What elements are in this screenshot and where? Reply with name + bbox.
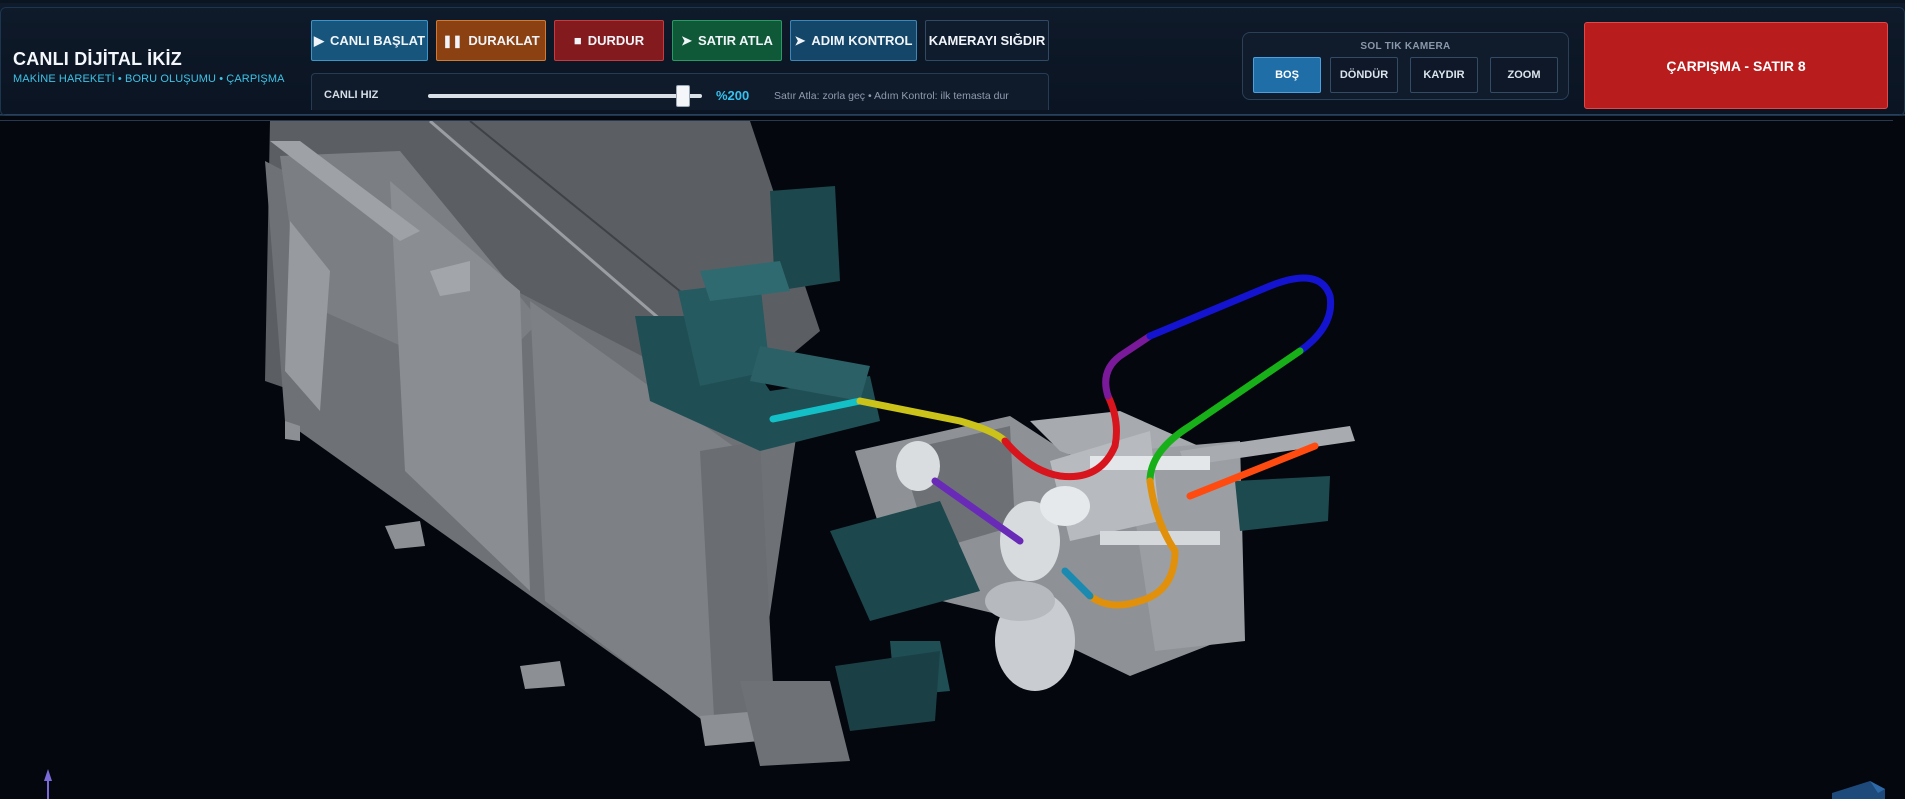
speed-slider-track[interactable] (428, 94, 702, 98)
stop-icon: ■ (573, 33, 582, 48)
camera-mode-title: SOL TIK KAMERA (1360, 41, 1451, 52)
skip-icon: ➤ (681, 32, 693, 48)
camera-mode-zoom[interactable]: ZOOM (1490, 57, 1558, 93)
step-icon: ➤ (794, 32, 806, 48)
camera-mode-rotate[interactable]: DÖNDÜR (1330, 57, 1398, 93)
step-control-button[interactable]: ➤ ADIM KONTROL (790, 20, 917, 61)
stop-label: DURDUR (587, 33, 645, 48)
pause-icon: ❚❚ (442, 33, 463, 48)
camera-mode-idle[interactable]: BOŞ (1253, 57, 1321, 93)
app-subtitle: MAKİNE HAREKETİ • BORU OLUŞUMU • ÇARPIŞM… (13, 73, 285, 85)
step-control-label: ADIM KONTROL (811, 33, 913, 48)
speed-label: CANLI HIZ (324, 89, 379, 101)
fit-camera-label: KAMERAYI SIĞDIR (928, 33, 1046, 48)
speed-hint: Satır Atla: zorla geç • Adım Kontrol: il… (774, 90, 1009, 102)
axis-gizmo-icon (44, 769, 52, 799)
top-toolbar: CANLI DİJİTAL İKİZ MAKİNE HAREKETİ • BOR… (0, 0, 1905, 116)
brand: CANLI DİJİTAL İKİZ MAKİNE HAREKETİ • BOR… (13, 49, 285, 85)
fit-camera-button[interactable]: KAMERAYI SIĞDIR (925, 20, 1049, 61)
skip-line-button[interactable]: ➤ SATIR ATLA (672, 20, 782, 61)
play-icon: ▶ (313, 32, 324, 48)
speed-slider-thumb[interactable] (675, 85, 690, 107)
pause-label: DURAKLAT (468, 33, 540, 48)
live-start-label: CANLI BAŞLAT (329, 33, 426, 48)
pause-button[interactable]: ❚❚ DURAKLAT (436, 20, 546, 61)
collision-alert-label: ÇARPIŞMA - SATIR 8 (1666, 57, 1806, 74)
skip-line-label: SATIR ATLA (698, 33, 773, 48)
app-title: CANLI DİJİTAL İKİZ (13, 49, 182, 69)
camera-mode-pan[interactable]: KAYDIR (1410, 57, 1478, 93)
stop-button[interactable]: ■ DURDUR (554, 20, 664, 61)
3d-viewport[interactable] (0, 121, 1905, 799)
live-start-button[interactable]: ▶ CANLI BAŞLAT (311, 20, 428, 61)
view-cube-icon[interactable] (1832, 781, 1885, 799)
collision-alert: ÇARPIŞMA - SATIR 8 (1584, 22, 1888, 109)
speed-value: %200 (716, 88, 750, 103)
speed-panel: CANLI HIZ %200 Satır Atla: zorla geç • A… (311, 73, 1049, 110)
camera-mode-panel: SOL TIK KAMERA BOŞ DÖNDÜR KAYDIR ZOOM (1242, 32, 1569, 100)
